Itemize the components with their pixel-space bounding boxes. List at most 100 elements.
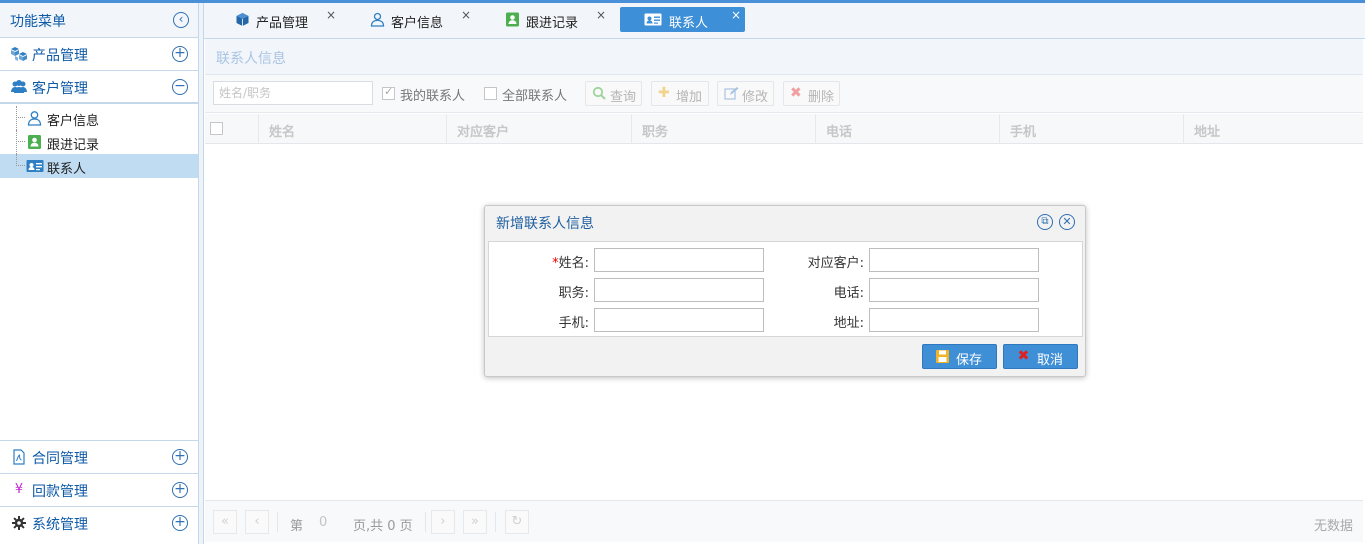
column-header-name[interactable]: 姓名 — [259, 114, 447, 144]
collapse-sidebar-icon[interactable]: ‹ — [173, 12, 189, 28]
page-suffix: 页,共 0 页 — [353, 519, 413, 534]
expand-icon[interactable]: + — [172, 515, 188, 531]
tab-close-icon[interactable]: × — [596, 8, 606, 22]
save-icon — [935, 349, 950, 364]
column-header-label: 地址 — [1194, 125, 1221, 140]
column-header-phone[interactable]: 电话 — [816, 114, 1000, 144]
my-contacts-label: 我的联系人 — [400, 89, 466, 104]
expand-icon[interactable]: + — [172, 46, 188, 62]
expand-icon[interactable]: + — [172, 449, 188, 465]
refresh-icon[interactable]: ↻ — [505, 510, 529, 534]
tab-label: 联系人 — [669, 16, 709, 31]
user-outline-icon — [369, 12, 386, 27]
document-icon — [10, 449, 28, 465]
next-page-icon[interactable]: › — [431, 510, 455, 534]
dialog-footer: 保存 ✖ 取消 — [485, 338, 1085, 376]
sidebar-item-customer-info[interactable]: 客户信息 — [0, 106, 198, 130]
prev-page-icon[interactable]: ‹ — [245, 510, 269, 534]
sidebar-header: 功能菜单 ‹ — [0, 3, 198, 38]
tab-close-icon[interactable]: × — [326, 8, 336, 22]
yen-icon: ¥ — [14, 482, 24, 497]
tree-item-label: 联系人 — [47, 162, 87, 177]
column-header-address[interactable]: 地址 — [1184, 114, 1363, 144]
my-contacts-checkbox[interactable] — [382, 85, 395, 100]
edit-icon — [724, 86, 739, 104]
cancel-label: 取消 — [1037, 353, 1064, 368]
delete-icon: ✖ — [790, 85, 802, 101]
maximize-icon[interactable]: ⧉ — [1037, 214, 1053, 230]
customer-label: 对应客户: — [807, 256, 864, 271]
close-icon[interactable]: ✕ — [1059, 214, 1075, 230]
page-number-input[interactable] — [311, 511, 349, 533]
select-all-checkbox[interactable] — [210, 122, 223, 135]
dialog-form: *姓名: 对应客户: 职务: 电话: 手机: 地址: — [488, 241, 1083, 337]
panel-title: 联系人信息 — [216, 51, 286, 67]
tab-label: 跟进记录 — [526, 16, 579, 31]
name-field[interactable] — [594, 248, 764, 272]
mobile-field[interactable] — [594, 308, 764, 332]
search-input[interactable] — [219, 82, 369, 104]
customer-field[interactable] — [869, 248, 1039, 272]
position-label: 职务: — [558, 286, 589, 301]
tab-label: 产品管理 — [256, 16, 309, 31]
tab-customer-info[interactable]: 客户信息 × — [359, 7, 475, 32]
tab-followup[interactable]: 跟进记录 × — [494, 7, 610, 32]
tab-contacts[interactable]: 联系人 × — [620, 7, 745, 32]
last-page-icon[interactable]: » — [463, 510, 487, 534]
sidebar-section-contracts[interactable]: 合同管理 + — [0, 440, 198, 473]
save-label: 保存 — [956, 353, 983, 368]
sidebar-section-system[interactable]: 系统管理 + — [0, 506, 198, 539]
mobile-label: 手机: — [558, 316, 589, 331]
sidebar-section-products[interactable]: 产品管理 + — [0, 38, 198, 71]
column-header-mobile[interactable]: 手机 — [1000, 114, 1184, 144]
first-page-icon[interactable]: « — [213, 510, 237, 534]
edit-label: 修改 — [742, 90, 769, 105]
tab-products[interactable]: 产品管理 × — [224, 7, 340, 32]
panel-header: 联系人信息 — [205, 39, 1363, 75]
column-header-label: 姓名 — [269, 125, 296, 140]
delete-button[interactable]: ✖ 删除 — [783, 81, 840, 106]
all-contacts-checkbox[interactable] — [484, 87, 497, 100]
users-icon — [10, 79, 28, 95]
sidebar-section-customers[interactable]: 客户管理 − — [0, 71, 198, 104]
tab-close-icon[interactable]: × — [731, 8, 741, 22]
pager: « ‹ 第 页,共 0 页 › » ↻ 无数据 — [205, 500, 1363, 542]
column-header-position[interactable]: 职务 — [632, 114, 816, 144]
page-prefix: 第 — [290, 519, 304, 534]
search-box — [213, 81, 373, 105]
sidebar-section-payments[interactable]: ¥ 回款管理 + — [0, 473, 198, 506]
column-header-label: 电话 — [826, 125, 853, 140]
delete-label: 删除 — [808, 90, 835, 105]
toolbar: 我的联系人 全部联系人 查询 ✚ 增加 修改 ✖ 删除 — [205, 75, 1363, 113]
grid-header: 姓名 对应客户 职务 电话 手机 地址 — [205, 114, 1363, 144]
cancel-button[interactable]: ✖ 取消 — [1003, 344, 1078, 369]
tree-item-label: 跟进记录 — [47, 138, 100, 153]
phone-label: 电话: — [833, 286, 864, 301]
phone-field[interactable] — [869, 278, 1039, 302]
query-button[interactable]: 查询 — [585, 81, 642, 106]
edit-button[interactable]: 修改 — [717, 81, 774, 106]
sidebar-section-label: 系统管理 — [32, 517, 88, 533]
position-field[interactable] — [594, 278, 764, 302]
column-header-customer[interactable]: 对应客户 — [447, 114, 632, 144]
contact-card-icon — [26, 134, 43, 150]
save-button[interactable]: 保存 — [922, 344, 997, 369]
sidebar-item-followup[interactable]: 跟进记录 — [0, 130, 198, 154]
user-outline-icon — [26, 110, 43, 126]
sidebar-item-contacts[interactable]: 联系人 — [0, 154, 198, 178]
expand-icon[interactable]: + — [172, 482, 188, 498]
address-field[interactable] — [869, 308, 1039, 332]
sidebar-section-label: 合同管理 — [32, 451, 88, 467]
name-label: *姓名: — [519, 252, 589, 271]
gear-icon — [10, 515, 28, 531]
customer-tree: 客户信息 跟进记录 联系人 — [0, 104, 198, 439]
tree-item-label: 客户信息 — [47, 114, 100, 129]
sidebar-section-label: 产品管理 — [32, 48, 88, 64]
tab-close-icon[interactable]: × — [461, 8, 471, 22]
sidebar-section-label: 客户管理 — [32, 81, 88, 97]
add-button[interactable]: ✚ 增加 — [651, 81, 709, 106]
cube-icon — [234, 12, 251, 27]
name-label-text: 姓名: — [558, 256, 589, 271]
collapse-icon[interactable]: − — [172, 79, 188, 95]
grid-select-all-cell — [205, 114, 259, 144]
